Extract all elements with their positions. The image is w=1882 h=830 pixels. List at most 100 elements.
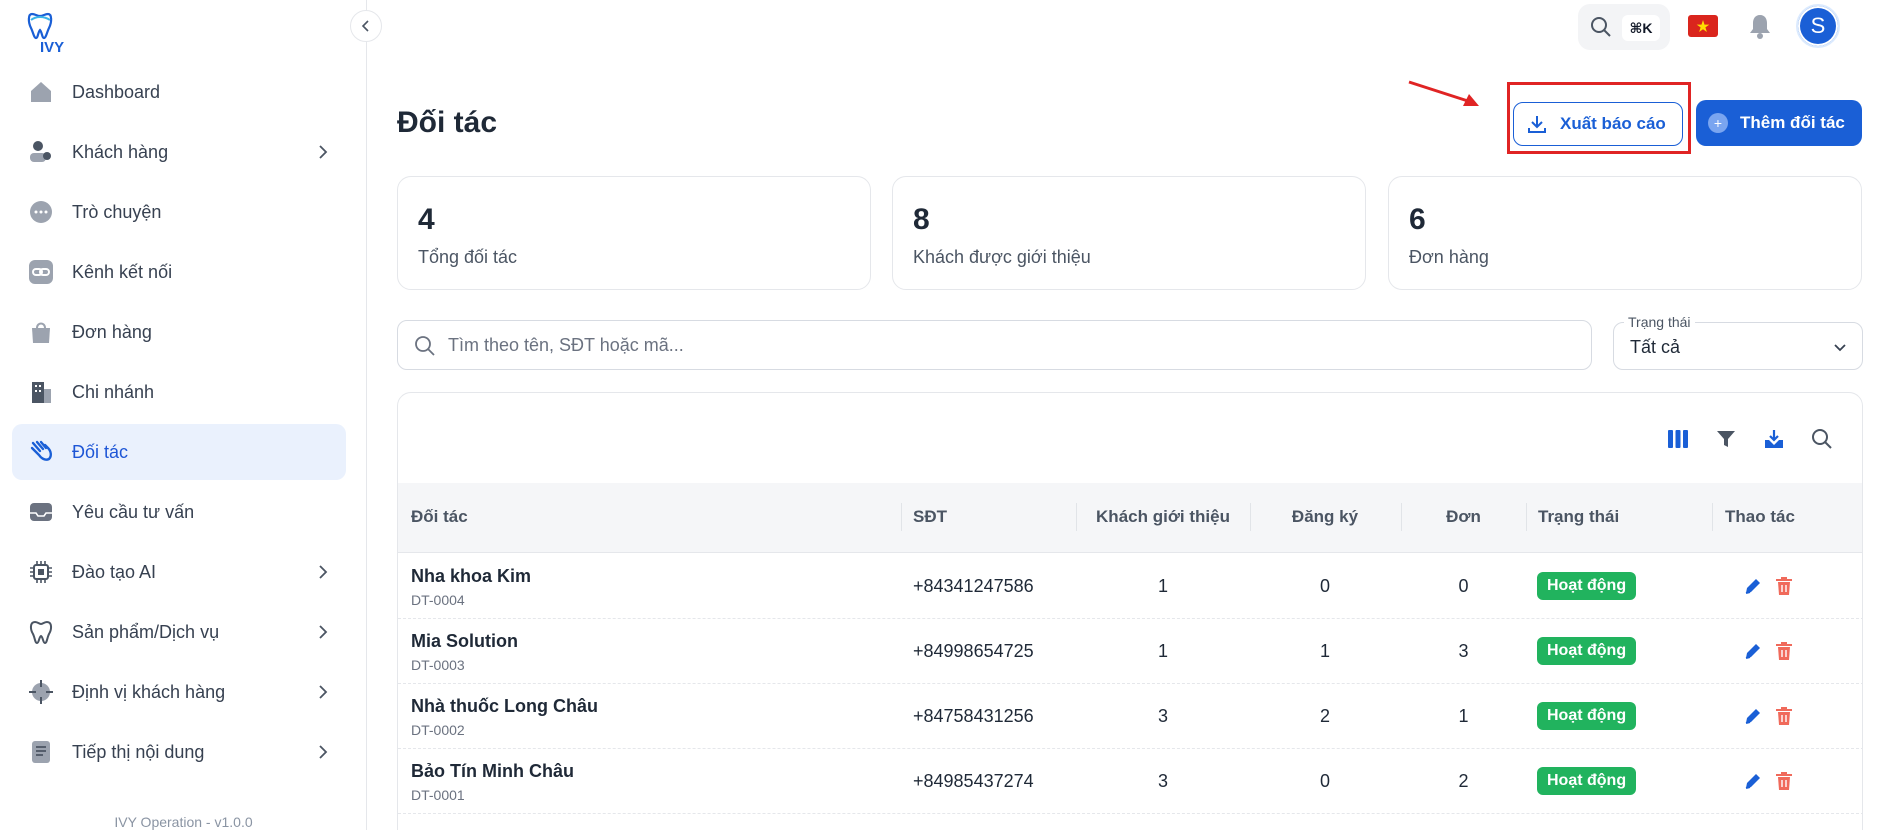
column-header-actions: Thao tác — [1725, 507, 1795, 526]
page-title: Đối tác — [397, 106, 498, 139]
handshake-icon — [26, 437, 56, 467]
notification-bell-icon[interactable] — [1746, 12, 1774, 45]
search-icon[interactable] — [1808, 425, 1836, 453]
column-header-status[interactable]: Trạng thái — [1538, 507, 1619, 527]
order-count: 2 — [1458, 771, 1469, 791]
table-header: Đối tác SĐT Khách giới thiệu Đăng ký Đơn… — [398, 483, 1862, 553]
partner-phone: +84758431256 — [913, 706, 1034, 726]
sidebar-item-label: Tiếp thị nội dung — [72, 741, 205, 762]
edit-icon[interactable] — [1741, 769, 1765, 793]
sidebar-item-label: Đơn hàng — [72, 321, 152, 342]
order-count: 1 — [1458, 706, 1469, 726]
link-icon — [26, 257, 56, 287]
status-filter-label: Trạng thái — [1624, 314, 1695, 330]
referred-count: 3 — [1157, 771, 1168, 791]
user-avatar[interactable]: S — [1796, 4, 1840, 48]
referred-count: 1 — [1157, 576, 1168, 596]
vietnam-flag-icon[interactable] — [1688, 15, 1718, 37]
sidebar-item-label: Trò chuyện — [72, 201, 162, 222]
sidebar-nav: Dashboard Khách hàng Trò chuyện Kênh kết nố… — [12, 64, 346, 784]
chevron-right-icon — [314, 143, 332, 161]
version-label: IVY Operation - v1.0.0 — [114, 814, 253, 830]
table-row[interactable]: Mia Solution DT-0003 +84998654725 1 1 3 Hoạt đ… — [398, 619, 1862, 684]
table-row[interactable]: Bảo Tín Minh Châu DT-0001 +84985437274 3 0 2 H… — [398, 749, 1862, 814]
referred-count: 1 — [1157, 641, 1168, 661]
sidebar-item-chat[interactable]: Trò chuyện — [12, 184, 346, 240]
filter-icon[interactable] — [1712, 425, 1740, 453]
sidebar-item-ai-training[interactable]: Đào tạo AI — [12, 544, 346, 600]
download-icon — [1528, 116, 1546, 133]
sidebar-item-content-marketing[interactable]: Tiếp thị nội dung — [12, 724, 346, 780]
registered-count: 0 — [1319, 576, 1330, 596]
tooth-icon — [26, 617, 56, 647]
building-icon — [26, 377, 56, 407]
add-partner-label: Thêm đối tác — [1740, 113, 1845, 132]
chevron-left-icon — [361, 20, 369, 32]
edit-icon[interactable] — [1741, 639, 1765, 663]
column-header-partner[interactable]: Đối tác — [411, 507, 468, 527]
sidebar-item-label: Đào tạo AI — [72, 561, 157, 582]
partner-name[interactable]: Bảo Tín Minh Châu — [411, 761, 574, 782]
partner-name[interactable]: Mia Solution — [411, 631, 518, 652]
column-header-registered[interactable]: Đăng ký — [1250, 507, 1400, 527]
plus-icon: + — [1708, 113, 1728, 133]
stat-card-total-partners: 4 Tổng đối tác — [397, 176, 871, 290]
status-badge: Hoạt động — [1537, 702, 1637, 730]
crosshair-icon — [26, 677, 56, 707]
column-header-orders[interactable]: Đơn — [1401, 507, 1526, 527]
stat-value: 8 — [913, 203, 930, 236]
registered-count: 1 — [1319, 641, 1330, 661]
add-partner-button[interactable]: + Thêm đối tác — [1696, 100, 1862, 146]
status-badge: Hoạt động — [1537, 767, 1637, 795]
download-icon[interactable] — [1760, 425, 1788, 453]
ivy-logo[interactable]: IVY — [26, 10, 82, 56]
sidebar-item-products-services[interactable]: Sản phẩm/Dịch vụ — [12, 604, 346, 660]
sidebar-item-dashboard[interactable]: Dashboard — [12, 64, 346, 120]
chip-icon — [26, 557, 56, 587]
sidebar-item-customer-positioning[interactable]: Định vị khách hàng — [12, 664, 346, 720]
stat-value: 6 — [1409, 203, 1426, 236]
status-filter-select[interactable]: Trạng thái Tất cả — [1613, 314, 1863, 370]
sidebar-item-channels[interactable]: Kênh kết nối — [12, 244, 346, 300]
export-report-button[interactable]: Xuất báo cáo — [1513, 102, 1683, 146]
chevron-right-icon — [314, 683, 332, 701]
sidebar-item-branches[interactable]: Chi nhánh — [12, 364, 346, 420]
delete-icon[interactable] — [1772, 704, 1796, 728]
registered-count: 2 — [1319, 706, 1330, 726]
sidebar-item-label: Dashboard — [72, 81, 161, 102]
column-header-referred[interactable]: Khách giới thiệu — [1078, 507, 1248, 527]
column-header-phone[interactable]: SĐT — [913, 507, 947, 527]
stat-label: Khách được giới thiệu — [913, 247, 1091, 267]
partner-name[interactable]: Nhà thuốc Long Châu — [411, 696, 598, 717]
table-row[interactable]: Nha khoa Kim DT-0004 +84341247586 1 0 0 Hoạt đ… — [398, 554, 1862, 619]
stat-card-orders: 6 Đơn hàng — [1388, 176, 1862, 290]
sidebar-item-label: Yêu cầu tư vấn — [72, 501, 195, 522]
edit-icon[interactable] — [1741, 574, 1765, 598]
sidebar-item-partners[interactable]: Đối tác — [12, 424, 346, 480]
chevron-down-icon — [1834, 344, 1846, 352]
delete-icon[interactable] — [1772, 574, 1796, 598]
columns-icon[interactable] — [1664, 425, 1692, 453]
partner-name[interactable]: Nha khoa Kim — [411, 566, 531, 587]
sidebar-item-customers[interactable]: Khách hàng — [12, 124, 346, 180]
logo-text: IVY — [40, 39, 64, 54]
partners-table-panel: Đối tác SĐT Khách giới thiệu Đăng ký Đơn… — [397, 392, 1863, 830]
delete-icon[interactable] — [1772, 769, 1796, 793]
export-report-label: Xuất báo cáo — [1560, 114, 1666, 133]
partner-search-input[interactable]: Tìm theo tên, SĐT hoặc mã... — [397, 320, 1592, 370]
partner-phone: +84985437274 — [913, 771, 1034, 791]
partner-phone: +84341247586 — [913, 576, 1034, 596]
document-icon — [26, 737, 56, 767]
delete-icon[interactable] — [1772, 639, 1796, 663]
edit-icon[interactable] — [1741, 704, 1765, 728]
table-row[interactable]: Nhà thuốc Long Châu DT-0002 +84758431256 3 2… — [398, 684, 1862, 749]
collapse-sidebar-button[interactable] — [350, 10, 382, 42]
sidebar-item-label: Khách hàng — [72, 141, 169, 162]
shopping-bag-icon — [26, 317, 56, 347]
global-search-button[interactable]: ⌘K — [1578, 4, 1670, 50]
sidebar-item-orders[interactable]: Đơn hàng — [12, 304, 346, 360]
referred-count: 3 — [1157, 706, 1168, 726]
registered-count: 0 — [1319, 771, 1330, 791]
sidebar-item-consult-requests[interactable]: Yêu cầu tư vấn — [12, 484, 346, 540]
search-placeholder: Tìm theo tên, SĐT hoặc mã... — [448, 335, 684, 355]
